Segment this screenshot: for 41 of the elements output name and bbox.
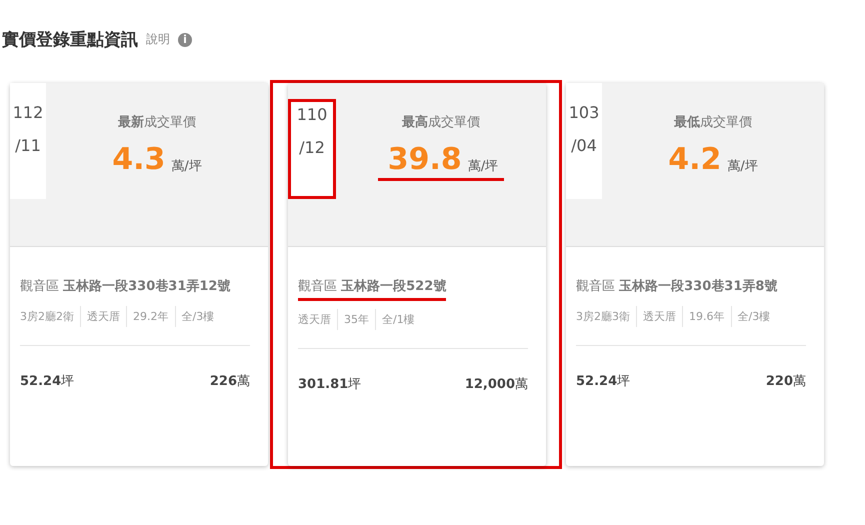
date-year: 110 xyxy=(296,105,328,124)
price-label: 最新成交單價 xyxy=(118,114,196,131)
date-year: 112 xyxy=(12,103,44,122)
spec-tag: 全/3樓 xyxy=(174,306,220,327)
spec-tag: 全/1樓 xyxy=(375,309,421,330)
floor-area: 301.81坪 xyxy=(298,375,362,393)
price-label: 最低成交單價 xyxy=(674,114,752,131)
listing-card[interactable]: 112 /11 最新成交單價 4.3 萬/坪 觀音區 玉林路一段330巷31弄12號 3房2廳2衛 透天厝 29.2年 全/3樓 52.24坪 226萬 xyxy=(10,83,268,466)
total-price: 226萬 xyxy=(210,373,250,390)
address: 觀音區 玉林路一段330巷31弄12號 xyxy=(20,278,230,296)
price-label: 最高成交單價 xyxy=(402,114,480,131)
floor-area: 52.24坪 xyxy=(576,372,630,390)
spec-tag: 透天厝 xyxy=(298,309,337,330)
address: 觀音區 玉林路一段330巷31弄8號 xyxy=(576,278,778,296)
spec-tag: 3房2廳2衛 xyxy=(20,306,80,327)
address: 觀音區 玉林路一段522號 xyxy=(298,277,446,301)
listing-card[interactable]: 103 /04 最低成交單價 4.2 萬/坪 觀音區 玉林路一段330巷31弄8號 3房2廳3衛 透天厝 19.6年 全/3樓 52.24坪 220萬 xyxy=(566,83,824,466)
spec-tag: 透天厝 xyxy=(80,306,126,327)
total-price: 220萬 xyxy=(766,373,806,390)
date-month: /04 xyxy=(571,136,597,155)
unit-price: 4.2 xyxy=(668,145,722,175)
section-title: 實價登錄重點資訊 xyxy=(2,29,138,51)
spec-tag: 全/3樓 xyxy=(730,306,776,327)
price-unit: 萬/坪 xyxy=(171,158,202,175)
total-price: 12,000萬 xyxy=(464,376,528,393)
unit-price: 4.3 xyxy=(112,145,166,175)
help-link[interactable]: 說明 xyxy=(146,31,170,48)
date-month: /12 xyxy=(299,138,325,157)
spec-tag: 35年 xyxy=(337,309,375,330)
info-icon[interactable]: i xyxy=(178,32,192,46)
spec-tag: 3房2廳3衛 xyxy=(576,306,636,327)
price-unit: 萬/坪 xyxy=(468,158,498,175)
spec-tag: 19.6年 xyxy=(682,306,730,327)
unit-price: 39.8 xyxy=(388,145,462,175)
date-year: 103 xyxy=(568,103,600,122)
listing-card[interactable]: 110 /12 最高成交單價 39.8 萬/坪 觀音區 玉林路一段522號 透天厝 35年 全/1樓 301.81坪 12,000萬 xyxy=(288,83,546,466)
floor-area: 52.24坪 xyxy=(20,372,74,390)
price-unit: 萬/坪 xyxy=(727,158,758,175)
date-month: /11 xyxy=(15,136,41,155)
spec-tag: 29.2年 xyxy=(126,306,174,327)
spec-tag: 透天厝 xyxy=(636,306,682,327)
